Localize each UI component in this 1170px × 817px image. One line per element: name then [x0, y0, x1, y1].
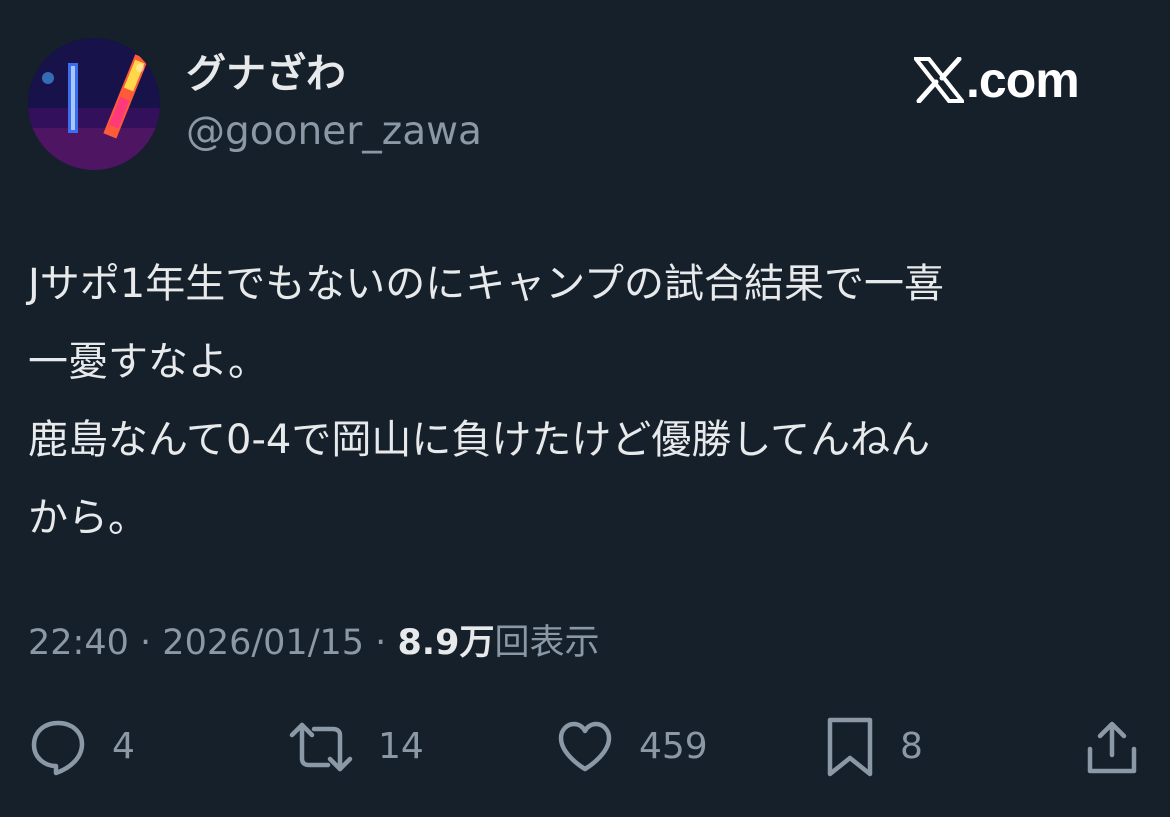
brand-logo: .com: [914, 52, 1080, 108]
reply-count: 4: [112, 726, 135, 767]
retweet-icon: [289, 722, 353, 772]
reply-button[interactable]: 4: [28, 712, 135, 782]
share-icon: [1087, 721, 1137, 774]
like-button[interactable]: 459: [555, 712, 708, 782]
bookmark-count: 8: [900, 726, 923, 767]
tweet-line: 一憂すなよ。: [28, 339, 268, 385]
bookmark-icon: [827, 717, 873, 777]
meta-separator: ·: [140, 623, 152, 663]
tweet-time[interactable]: 22:40: [28, 623, 129, 663]
meta-separator: ·: [375, 623, 387, 663]
retweet-count: 14: [378, 726, 424, 767]
tweet-date[interactable]: 2026/01/15: [162, 623, 364, 663]
avatar[interactable]: [28, 38, 160, 170]
brand-domain-text: .com: [966, 52, 1080, 108]
avatar-image: [28, 38, 160, 170]
share-button[interactable]: [1082, 712, 1142, 782]
display-name[interactable]: グナざわ: [186, 50, 346, 98]
like-count: 459: [639, 726, 708, 767]
bookmark-button[interactable]: 8: [824, 712, 923, 782]
x-logo-icon: [914, 57, 964, 103]
tweet-line: Jサポ1年生でもないのにキャンプの試合結果で一喜: [28, 261, 945, 307]
tweet-line: 鹿島なんて0-4で岡山に負けたけど優勝してんねん: [28, 417, 931, 463]
views-count[interactable]: 8.9万: [397, 623, 494, 663]
tweet-actions: 4 14 459 8: [0, 712, 1170, 782]
tweet-metadata: 22:40 · 2026/01/15 · 8.9万回表示: [28, 618, 599, 668]
heart-icon: [558, 721, 612, 772]
user-handle[interactable]: @gooner_zawa: [186, 108, 482, 156]
tweet-line: から。: [28, 495, 148, 541]
reply-icon: [31, 720, 85, 776]
tweet-text: Jサポ1年生でもないのにキャンプの試合結果で一喜 一憂すなよ。 鹿島なんて0-4…: [28, 245, 1143, 557]
views-label: 回表示: [494, 623, 600, 663]
retweet-button[interactable]: 14: [288, 712, 424, 782]
